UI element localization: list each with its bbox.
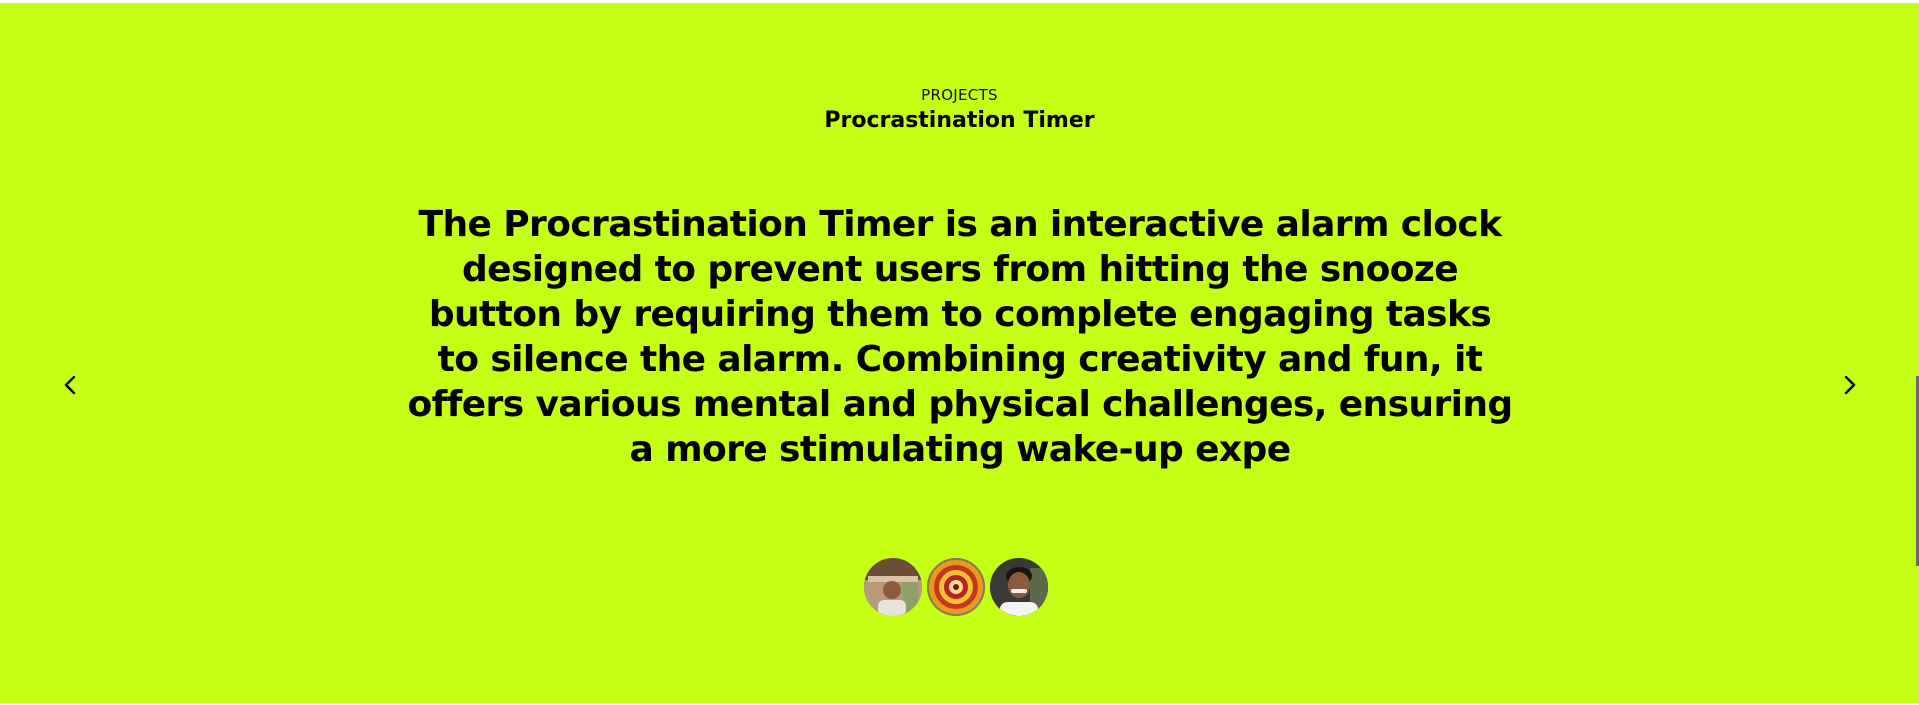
chevron-left-icon <box>64 375 76 395</box>
project-title: Procrastination Timer <box>824 108 1095 133</box>
contributor-avatars <box>862 556 1051 618</box>
chevron-right-icon <box>1844 375 1856 395</box>
flower-rangoli-avatar <box>927 558 985 616</box>
previous-button[interactable] <box>55 370 85 400</box>
avatar[interactable] <box>862 556 924 618</box>
person-smiling-avatar <box>990 558 1048 616</box>
project-description: The Procrastination Timer is an interact… <box>407 204 1513 470</box>
next-button[interactable] <box>1835 370 1865 400</box>
person-outdoor-avatar <box>864 558 922 616</box>
avatar[interactable] <box>988 556 1050 618</box>
section-eyebrow: PROJECTS <box>921 86 998 104</box>
avatar[interactable] <box>925 556 987 618</box>
project-section: PROJECTS Procrastination Timer The Procr… <box>0 3 1919 703</box>
